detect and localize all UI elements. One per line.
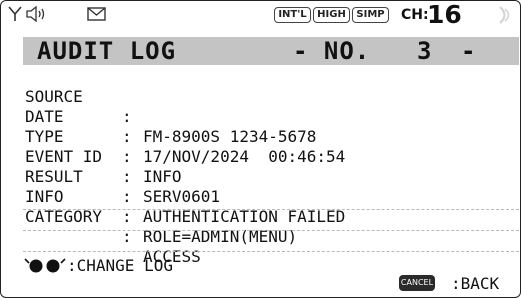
field-separator: :: [122, 147, 132, 166]
log-number: 3: [417, 37, 433, 65]
back-label: :BACK: [451, 274, 500, 293]
field-separator: :: [122, 107, 132, 126]
intl-badge: INT'L: [274, 7, 311, 23]
field-value: SERV0601: [143, 187, 221, 206]
log-number-label: - NO.: [293, 37, 371, 65]
field-category: CATEGORY : ACCESS: [25, 187, 201, 266]
field-value: AUTHENTICATION FAILED: [143, 207, 346, 226]
field-type: TYPE : INFO: [25, 107, 182, 186]
screen-title: AUDIT LOG: [37, 37, 177, 65]
field-separator: :: [122, 207, 132, 226]
field-info: INFO : ROLE=ADMIN(MENU): [25, 167, 297, 246]
channel-label: CH:: [401, 7, 429, 23]
antenna-icon: [8, 6, 22, 21]
field-value: INFO: [143, 167, 182, 186]
field-date: DATE : 17/NOV/2024 00:46:54: [25, 87, 345, 166]
change-log-hint: :CHANGE LOG: [67, 256, 173, 275]
field-source: SOURCE : FM-8900S 1234-5678: [25, 67, 316, 146]
field-separator: :: [122, 127, 132, 146]
screen-title-bar: AUDIT LOG - NO. 3 -: [23, 37, 519, 65]
divider: [23, 209, 519, 210]
high-power-badge: HIGH: [313, 7, 350, 23]
field-separator: :: [122, 187, 132, 206]
message-icon: [87, 7, 106, 21]
signal-icon: [499, 6, 510, 24]
title-dash: -: [461, 37, 477, 65]
cancel-key[interactable]: CANCEL: [399, 275, 435, 291]
field-result: RESULT : AUTHENTICATION FAILED: [25, 147, 345, 226]
status-bar: INT'L HIGH SIMP CH: 16: [1, 1, 520, 35]
simplex-badge: SIMP: [352, 7, 389, 23]
field-event-id: EVENT ID : SERV0601: [25, 127, 220, 206]
field-separator: :: [122, 167, 132, 186]
field-label: CATEGORY: [25, 207, 103, 226]
divider: [23, 251, 519, 252]
radio-display: INT'L HIGH SIMP CH: 16 AUDIT LOG - NO. 3…: [0, 0, 521, 298]
divider: [23, 230, 519, 231]
channel-knob-icon[interactable]: [23, 256, 67, 274]
channel-number: 16: [427, 0, 462, 29]
field-value: 17/NOV/2024 00:46:54: [143, 147, 346, 166]
field-value: FM-8900S 1234-5678: [143, 127, 317, 146]
speaker-icon: [26, 6, 45, 22]
